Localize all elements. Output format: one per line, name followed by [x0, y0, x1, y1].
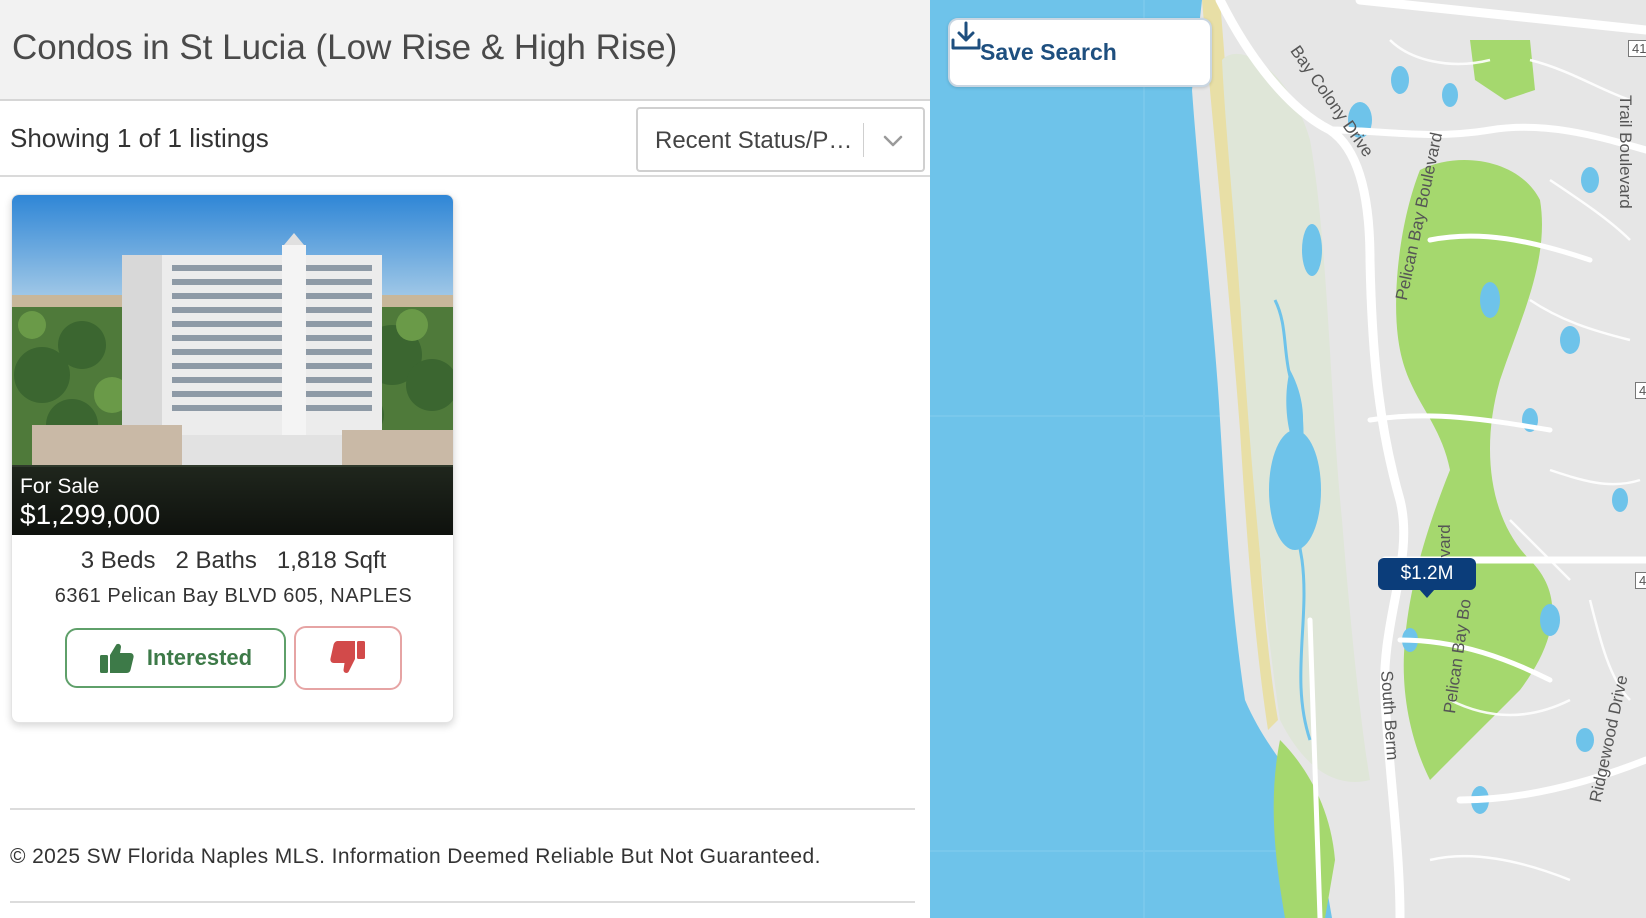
sort-select[interactable]: Recent Status/P… [636, 107, 925, 172]
listing-count: Showing 1 of 1 listings [10, 123, 269, 153]
map[interactable]: Save Search Bay Colony Drive Pelican Bay… [930, 0, 1646, 918]
map-canvas[interactable] [930, 0, 1646, 918]
listing-card[interactable]: For Sale $1,299,000 3 Beds 2 Baths 1,818 S… [11, 194, 454, 723]
listing-price: $1,299,000 [20, 499, 161, 530]
listing-address: 6361 Pelican Bay BLVD 605, NAPLES [54, 585, 413, 607]
sort-select-divider [863, 123, 864, 157]
footer-divider-bottom [10, 901, 915, 903]
thumbs-down-icon [330, 641, 365, 673]
page-title: Condos in St Lucia (Low Rise & High Rise… [12, 28, 678, 67]
listing-specs: 3 Beds 2 Baths 1,818 Sqft [12, 547, 453, 575]
footer-disclaimer: © 2025 SW Florida Naples MLS. Informatio… [10, 845, 821, 868]
chevron-down-icon [883, 135, 903, 147]
route-41-shield-icon: 41 [1628, 40, 1646, 57]
map-label-trail-boulevard: Trail Boulevard [1616, 95, 1635, 209]
thumbs-up-icon [99, 643, 134, 673]
interested-button[interactable]: Interested [65, 628, 286, 688]
page-header: Condos in St Lucia (Low Rise & High Rise… [0, 0, 930, 101]
route-shield-lower-icon: 4 [1635, 572, 1646, 589]
listings-panel: Condos in St Lucia (Low Rise & High Rise… [0, 0, 930, 918]
listing-baths: 2 Baths [175, 547, 257, 574]
listings-toolbar: Showing 1 of 1 listings Recent Status/P… [0, 101, 930, 177]
listing-sqft: 1,818 Sqft [276, 547, 387, 574]
listing-beds: 3 Beds [80, 547, 156, 574]
download-icon [951, 21, 981, 50]
listing-status: For Sale [20, 475, 100, 498]
footer-divider [10, 808, 915, 810]
listing-photo[interactable]: For Sale $1,299,000 [12, 195, 453, 535]
sort-select-value: Recent Status/P… [655, 127, 853, 154]
not-interested-button[interactable] [294, 626, 402, 690]
save-search-button[interactable]: Save Search [948, 18, 1212, 87]
interested-label: Interested [146, 645, 253, 670]
save-search-label: Save Search [980, 39, 1117, 65]
map-price-pin[interactable]: $1.2M [1378, 558, 1476, 598]
route-4-shield-icon: 4 [1635, 382, 1646, 399]
